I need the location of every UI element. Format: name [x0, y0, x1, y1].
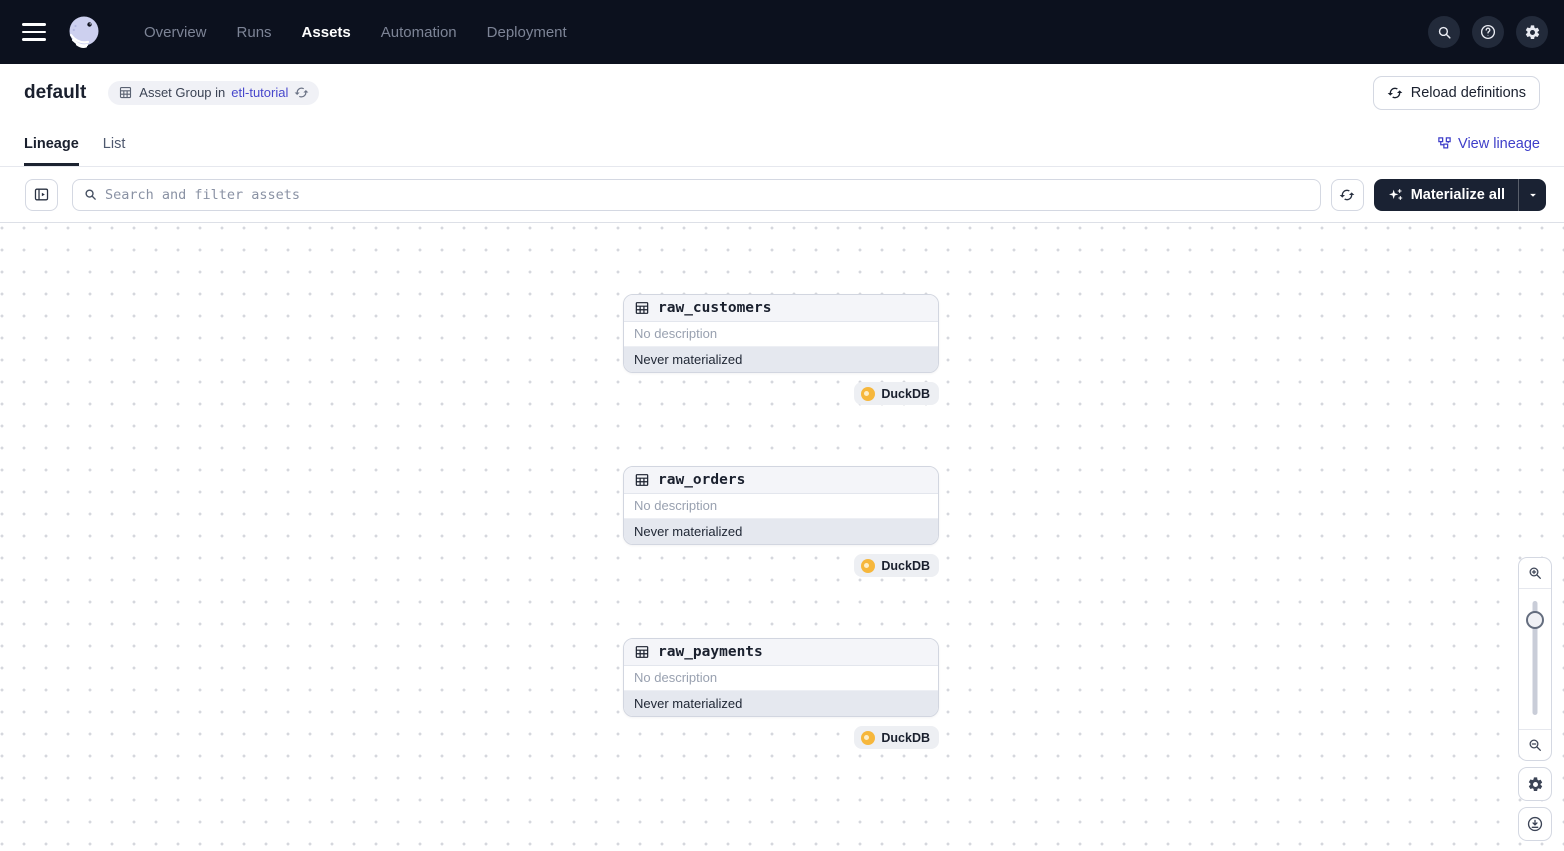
- refresh-icon: [1339, 187, 1355, 203]
- asset-node-raw-customers[interactable]: raw_customers No description Never mater…: [623, 294, 939, 373]
- asset-status: Never materialized: [624, 347, 938, 372]
- caret-down-icon: [1526, 188, 1540, 202]
- view-lineage-link[interactable]: View lineage: [1437, 121, 1540, 166]
- nav-links: Overview Runs Assets Automation Deployme…: [144, 24, 567, 41]
- search-icon[interactable]: [1428, 16, 1460, 48]
- tab-list[interactable]: List: [103, 121, 126, 166]
- download-icon: [1526, 815, 1544, 833]
- settings-gear-icon: [1527, 776, 1544, 793]
- reload-icon: [1387, 85, 1403, 101]
- asset-node-raw-orders[interactable]: raw_orders No description Never material…: [623, 466, 939, 545]
- tab-lineage[interactable]: Lineage: [24, 121, 79, 166]
- nav-item-automation[interactable]: Automation: [381, 24, 457, 41]
- reload-definitions-label: Reload definitions: [1411, 85, 1526, 101]
- table-asset-icon: [634, 644, 650, 660]
- badge-prefix-text: Asset Group in: [139, 85, 225, 100]
- page-title: default: [24, 82, 86, 104]
- search-input-icon: [83, 187, 98, 202]
- asset-status: Never materialized: [624, 691, 938, 716]
- duckdb-icon: [861, 387, 875, 401]
- asset-name: raw_payments: [658, 644, 763, 660]
- duckdb-icon: [861, 559, 875, 573]
- asset-search-box: [72, 179, 1321, 211]
- graph-settings-button[interactable]: [1518, 767, 1552, 801]
- asset-group-badge: Asset Group in etl-tutorial: [108, 81, 319, 105]
- search-assets-input[interactable]: [105, 187, 1310, 203]
- toggle-sidebar-panel-button[interactable]: [25, 179, 58, 211]
- kind-tag-duckdb[interactable]: DuckDB: [854, 554, 939, 577]
- hamburger-menu-icon[interactable]: [22, 23, 46, 41]
- sync-status-icon: [294, 85, 309, 100]
- lineage-toolbar: Materialize all: [0, 167, 1564, 222]
- panel-expand-icon: [33, 186, 50, 203]
- nav-item-runs[interactable]: Runs: [237, 24, 272, 41]
- asset-node-header: raw_customers: [624, 295, 938, 322]
- kind-tag-label: DuckDB: [881, 387, 930, 401]
- lineage-graph-icon: [1437, 136, 1452, 151]
- asset-name: raw_orders: [658, 472, 745, 488]
- code-location-link[interactable]: etl-tutorial: [231, 85, 288, 100]
- asset-node-raw-orders-wrap: raw_orders No description Never material…: [623, 466, 939, 545]
- tab-lineage-label: Lineage: [24, 136, 79, 152]
- materialize-sparkle-icon: [1387, 187, 1403, 203]
- asset-description: No description: [624, 666, 938, 691]
- zoom-in-icon: [1527, 565, 1543, 581]
- refresh-graph-button[interactable]: [1331, 179, 1364, 211]
- nav-item-overview[interactable]: Overview: [144, 24, 207, 41]
- zoom-in-button[interactable]: [1519, 558, 1551, 588]
- zoom-out-icon: [1527, 737, 1543, 753]
- asset-description: No description: [624, 494, 938, 519]
- table-asset-icon: [634, 472, 650, 488]
- settings-gear-icon[interactable]: [1516, 16, 1548, 48]
- materialize-all-label: Materialize all: [1411, 187, 1505, 203]
- materialize-all-button[interactable]: Materialize all: [1374, 179, 1518, 211]
- zoom-slider-thumb[interactable]: [1526, 611, 1544, 629]
- zoom-out-button[interactable]: [1519, 730, 1551, 760]
- materialize-all-split-button: Materialize all: [1374, 179, 1546, 211]
- duckdb-icon: [861, 731, 875, 745]
- nav-right-icons: [1428, 16, 1548, 48]
- kind-tag-label: DuckDB: [881, 559, 930, 573]
- nav-item-deployment[interactable]: Deployment: [487, 24, 567, 41]
- view-lineage-label: View lineage: [1458, 136, 1540, 152]
- lineage-canvas[interactable]: raw_customers No description Never mater…: [0, 222, 1564, 851]
- asset-node-header: raw_payments: [624, 639, 938, 666]
- tab-list-label: List: [103, 136, 126, 152]
- kind-tag-duckdb[interactable]: DuckDB: [854, 382, 939, 405]
- kind-tag-duckdb[interactable]: DuckDB: [854, 726, 939, 749]
- top-nav: Overview Runs Assets Automation Deployme…: [0, 0, 1564, 64]
- help-icon[interactable]: [1472, 16, 1504, 48]
- asset-name: raw_customers: [658, 300, 772, 316]
- asset-node-raw-customers-wrap: raw_customers No description Never mater…: [623, 294, 939, 373]
- kind-tag-label: DuckDB: [881, 731, 930, 745]
- page-header: default Asset Group in etl-tutorial Relo…: [0, 64, 1564, 121]
- reload-definitions-button[interactable]: Reload definitions: [1373, 76, 1540, 110]
- asset-description: No description: [624, 322, 938, 347]
- table-grid-icon: [118, 85, 133, 100]
- tabs-row: Lineage List View lineage: [0, 121, 1564, 167]
- zoom-controls: [1518, 557, 1552, 761]
- materialize-dropdown-caret[interactable]: [1518, 179, 1546, 211]
- asset-status: Never materialized: [624, 519, 938, 544]
- table-asset-icon: [634, 300, 650, 316]
- asset-node-raw-payments-wrap: raw_payments No description Never materi…: [623, 638, 939, 717]
- asset-node-raw-payments[interactable]: raw_payments No description Never materi…: [623, 638, 939, 717]
- zoom-slider[interactable]: [1519, 589, 1551, 729]
- download-view-button[interactable]: [1518, 807, 1552, 841]
- nav-item-assets[interactable]: Assets: [302, 24, 351, 41]
- dagster-logo-icon[interactable]: [66, 14, 102, 50]
- asset-node-header: raw_orders: [624, 467, 938, 494]
